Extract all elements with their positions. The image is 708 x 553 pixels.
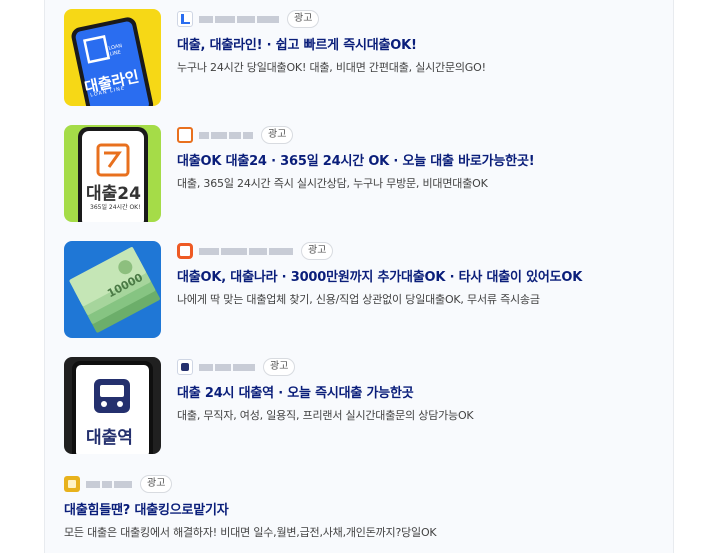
ad-thumbnail[interactable]: 대출24 365일 24시간 OK! [64,125,161,222]
thumb-sublabel: 365일 24시간 OK! [90,204,141,211]
site-favicon-icon [177,243,193,259]
thumb-label: 대출24 [86,184,141,204]
site-favicon-icon [64,476,80,492]
ad-badge: 광고 [301,242,334,260]
ad-description: 모든 대출은 대출킹에서 해결하자! 비대면 일수,월변,급전,사채,개인돈까지… [64,526,437,539]
ad-description: 대출, 365일 24시간 즉시 실시간상담, 누구나 무방문, 비대면대출OK [177,177,488,190]
thumb-label: 대출역 [86,428,133,448]
site-favicon-icon [177,127,193,143]
ad-thumbnail[interactable]: 10000 [64,241,161,338]
site-favicon-icon [177,359,193,375]
ad-thumbnail[interactable]: 대출역 [64,357,161,454]
site-favicon-icon [177,11,193,27]
ad-source[interactable]: 광고 [177,9,667,29]
ad-description: 나에게 딱 맞는 대출업체 찾기, 신용/직업 상관없이 당일대출OK, 무서류… [177,293,540,306]
ad-source[interactable]: 광고 [64,474,664,494]
ad-thumbnail[interactable]: LOAN LINE 대출라인 LOAN LINE [64,9,161,106]
ad-description: 대출, 무직자, 여성, 일용직, 프리랜서 실시간대출문의 상담가능OK [177,409,474,422]
ad-title[interactable]: 대출OK 대출24 · 365일 24시간 OK · 오늘 대출 바로가능한곳! [177,150,667,169]
site-name-blurred [199,246,293,256]
ad-badge: 광고 [287,10,320,28]
ad-source[interactable]: 광고 [177,357,667,377]
ad-source[interactable]: 광고 [177,125,667,145]
ad-badge: 광고 [140,475,173,493]
ad-badge: 광고 [261,126,294,144]
ad-title[interactable]: 대출, 대출라인! · 쉽고 빠르게 즉시대출OK! [177,34,667,53]
ad-badge: 광고 [263,358,296,376]
site-name-blurred [199,362,255,372]
ad-title[interactable]: 대출힘들땐? 대출킹으로맡기자 [64,499,664,518]
site-name-blurred [199,130,253,140]
ad-title[interactable]: 대출OK, 대출나라 · 3000만원까지 추가대출OK · 타사 대출이 있어… [177,266,667,285]
site-name-blurred [199,14,279,24]
ad-title[interactable]: 대출 24시 대출역 · 오늘 즉시대출 가능한곳 [177,382,667,401]
site-name-blurred [86,479,132,489]
ad-source[interactable]: 광고 [177,241,667,261]
ad-description: 누구나 24시간 당일대출OK! 대출, 비대면 간편대출, 실시간문의GO! [177,61,486,74]
